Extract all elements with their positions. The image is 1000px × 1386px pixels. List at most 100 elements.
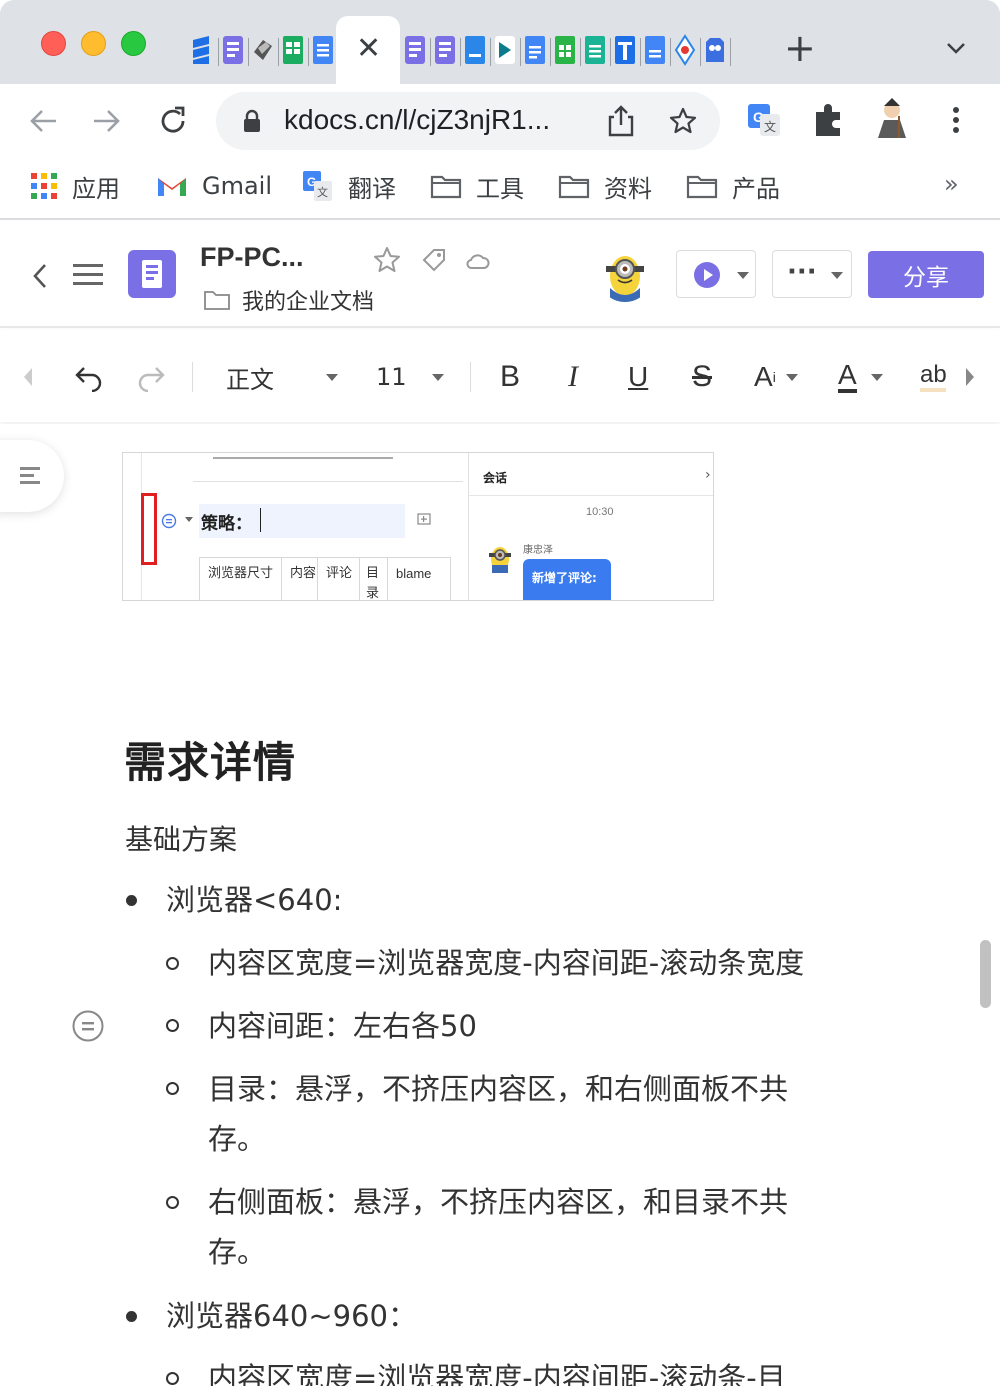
superscript-letter: A [754, 361, 773, 392]
outline-toggle-button[interactable] [0, 440, 64, 512]
active-tab[interactable]: ✕ [336, 16, 400, 86]
italic-button[interactable]: I [568, 360, 578, 394]
bullet-circle-icon [166, 1019, 179, 1032]
tab-favicon-t-icon[interactable] [614, 34, 636, 66]
tag-icon[interactable] [420, 246, 448, 274]
dropdown-caret-icon [870, 373, 883, 381]
forward-arrow-icon[interactable] [90, 104, 124, 138]
underline-button[interactable]: U [628, 360, 648, 394]
tab-favicon-blue-doc-icon[interactable] [464, 34, 486, 66]
bookmark-folder-products[interactable]: 产品 [686, 166, 780, 206]
play-presentation-button[interactable] [676, 250, 756, 298]
dropdown-caret-icon [831, 272, 843, 279]
embed-table-header: 浏览器尺寸 [200, 558, 282, 600]
tab-favicon-doc-icon[interactable] [222, 34, 244, 66]
bookmarks-overflow-button[interactable]: » [944, 170, 959, 198]
embed-table-header: blame [396, 566, 432, 581]
highlight-letters: ab [920, 362, 946, 392]
tab-favicon-layer-icon[interactable] [252, 34, 274, 66]
document-folder[interactable]: 我的企业文档 [204, 284, 374, 316]
scroll-right-icon[interactable] [964, 366, 976, 388]
tab-favicon-sheet-icon[interactable] [554, 34, 576, 66]
paragraph-style-select[interactable]: 正文 [226, 360, 346, 394]
url-text[interactable]: kdocs.cn/l/cjZ3njR1... [284, 104, 550, 136]
list-item: 右侧面板：悬浮，不挤压内容区，和目录不共 [208, 1185, 789, 1219]
list-item: 浏览器640~960： [166, 1299, 418, 1333]
font-color-button[interactable]: A [838, 360, 883, 394]
address-bar[interactable]: kdocs.cn/l/cjZ3njR1... [216, 92, 720, 150]
share-button[interactable]: 分享 [868, 251, 984, 298]
back-arrow-icon[interactable] [26, 104, 60, 138]
font-size-value: 11 [376, 363, 407, 391]
favorite-star-icon[interactable] [372, 246, 402, 274]
superscript-button[interactable]: Ai [754, 360, 798, 394]
embed-table-header: 评论 [318, 558, 360, 600]
scrollbar-thumb[interactable] [980, 940, 991, 1008]
bold-button[interactable]: B [500, 360, 520, 394]
outline-list-icon [20, 467, 40, 484]
list-item: 内容区宽度=浏览器宽度-内容间距-滚动条宽度 [208, 946, 805, 980]
translate-icon: G文 [303, 171, 332, 201]
bookmark-folder-materials[interactable]: 资料 [558, 166, 652, 206]
minion-avatar-icon [598, 248, 652, 302]
highlight-button[interactable]: ab [920, 360, 946, 394]
more-options-button[interactable]: ··· [772, 250, 852, 298]
tab-favicon-docs-icon[interactable] [524, 34, 546, 66]
bookmarks-bar: 应用 Gmail G文 翻译 工具 资料 产品 » [0, 156, 1000, 220]
collaborator-avatar[interactable] [598, 248, 652, 302]
tab-favicon-arrow-icon[interactable] [494, 34, 516, 66]
tab-favicon-sheet-icon[interactable] [282, 34, 304, 66]
cloud-sync-icon[interactable] [466, 246, 490, 274]
bookmark-translate[interactable]: G文 翻译 [302, 166, 396, 206]
embed-comment-bubble: 新增了评论: [523, 559, 611, 600]
tab-favicon-owl-icon[interactable] [704, 34, 726, 66]
minion-avatar-icon [489, 547, 511, 573]
tab-favicon-docs-icon[interactable] [312, 34, 334, 66]
list-item-continuation: 存。 [208, 1122, 267, 1156]
share-page-icon[interactable] [606, 105, 636, 137]
browser-menu-icon[interactable] [946, 100, 966, 140]
bookmark-folder-tools[interactable]: 工具 [430, 166, 524, 206]
document-body[interactable]: 策略： 浏览器尺寸 内容 评论 目录 blame 会话 › 10:30 康忠泽 … [0, 424, 1000, 1386]
document-title[interactable]: FP-PC... [200, 242, 304, 273]
zoom-window-button[interactable] [121, 31, 146, 56]
embed-strategy-label: 策略： [201, 514, 252, 534]
apps-grid-icon [31, 173, 57, 199]
strikethrough-button[interactable]: S [692, 360, 712, 394]
tab-close-button[interactable]: ✕ [356, 34, 381, 64]
bookmark-gmail[interactable]: Gmail [156, 166, 272, 206]
undo-icon[interactable] [74, 364, 104, 392]
lock-icon[interactable] [242, 109, 262, 133]
reload-icon[interactable] [156, 104, 190, 138]
tab-favicon-green-doc-icon[interactable] [584, 34, 606, 66]
svg-text:文: 文 [317, 185, 328, 199]
redo-icon[interactable] [136, 364, 166, 392]
section-heading: 需求详情 [124, 738, 297, 787]
bullet-circle-icon [166, 1372, 179, 1385]
google-translate-extension-icon[interactable]: G文 [746, 100, 782, 140]
tab-favicon-target-icon[interactable] [674, 34, 696, 66]
hamburger-menu-icon[interactable] [72, 262, 104, 288]
bookmark-label: 产品 [732, 174, 780, 203]
embed-commenter: 康忠泽 [523, 545, 553, 556]
minimize-window-button[interactable] [81, 31, 106, 56]
tab-favicon-stack-icon[interactable] [190, 34, 212, 66]
tab-favicon-doc-icon[interactable] [404, 34, 426, 66]
folder-icon [558, 175, 590, 199]
bookmark-apps[interactable]: 应用 [30, 166, 120, 206]
tab-favicon-docs-icon[interactable] [644, 34, 666, 66]
extensions-puzzle-icon[interactable] [810, 100, 846, 140]
embedded-screenshot[interactable]: 策略： 浏览器尺寸 内容 评论 目录 blame 会话 › 10:30 康忠泽 … [122, 452, 714, 601]
paragraph: 基础方案 [125, 823, 238, 856]
scroll-left-icon[interactable] [22, 366, 34, 388]
tab-search-chevron-icon[interactable] [944, 36, 968, 60]
comment-indicator-icon[interactable] [72, 1010, 104, 1042]
bookmark-star-icon[interactable] [668, 106, 698, 136]
close-window-button[interactable] [41, 31, 66, 56]
tab-favicon-doc-icon[interactable] [434, 34, 456, 66]
back-chevron-icon[interactable] [30, 262, 50, 290]
font-size-select[interactable]: 11 [376, 360, 450, 394]
profile-avatar-icon[interactable] [872, 96, 912, 140]
new-tab-button[interactable]: + [784, 28, 816, 68]
play-circle-icon [694, 262, 720, 288]
